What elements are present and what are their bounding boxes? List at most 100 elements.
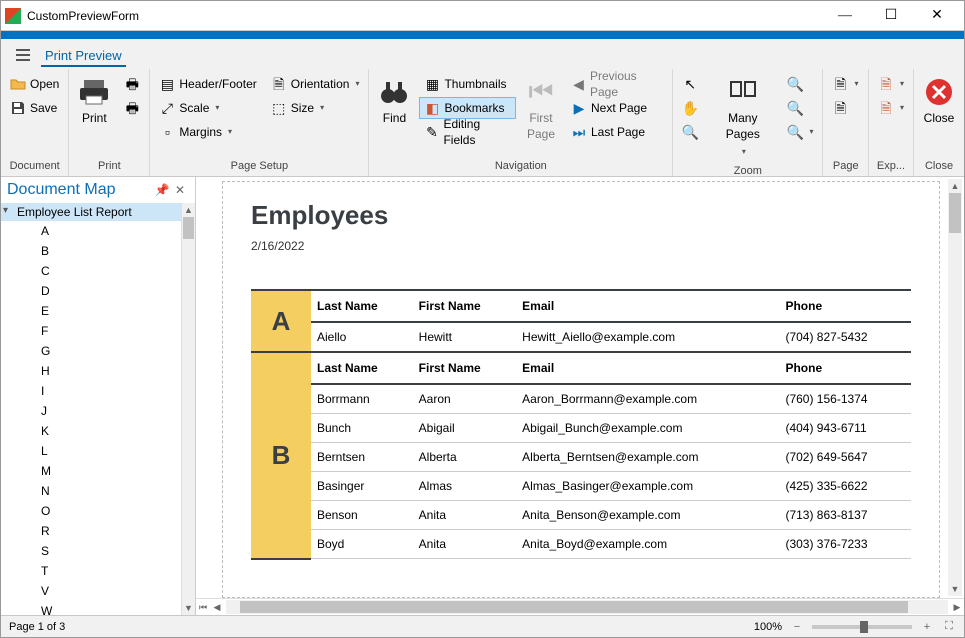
docmap-scrollbar[interactable]: ▲ ▼ — [181, 203, 195, 615]
zoom-in-icon: 🔍 — [787, 100, 803, 116]
scale-button[interactable]: ⤢Scale▾ — [154, 97, 261, 119]
zoom-out-icon: 🔍 — [787, 76, 803, 92]
tree-leaf[interactable]: B — [1, 241, 181, 261]
column-header: Last Name — [311, 290, 413, 322]
zoom-plus-button[interactable]: + — [920, 621, 934, 633]
zoom-icon: 🔍 — [787, 124, 803, 140]
preview-vscrollbar[interactable]: ▲ ▼ — [948, 179, 962, 596]
table-row: BoydAnitaAnita_Boyd@example.com(303) 376… — [251, 530, 911, 559]
tree-leaf[interactable]: H — [1, 361, 181, 381]
page-color-button[interactable]: 🗎▾ — [827, 73, 863, 95]
table-row: BunchAbigailAbigail_Bunch@example.com(40… — [251, 414, 911, 443]
tree-leaf[interactable]: K — [1, 421, 181, 441]
size-button[interactable]: ⬚Size▾ — [266, 97, 365, 119]
pin-icon[interactable]: 📌 — [153, 183, 171, 197]
quick-print-button[interactable]: 🖶 — [119, 73, 145, 95]
orientation-button[interactable]: 🗎Orientation▾ — [266, 73, 365, 95]
tree-leaf[interactable]: M — [1, 461, 181, 481]
print-options-button[interactable]: 🖶 — [119, 97, 145, 119]
table-row: AielloHewittHewitt_Aiello@example.com(70… — [251, 322, 911, 352]
close-window-button[interactable]: ✕ — [914, 1, 960, 31]
tree-leaf[interactable]: O — [1, 501, 181, 521]
margins-button[interactable]: ▫Margins▾ — [154, 121, 261, 143]
previous-page-button[interactable]: ◀Previous Page — [566, 73, 668, 95]
last-icon: ⏭ — [571, 124, 587, 140]
page-color-icon: 🗎 — [832, 76, 848, 92]
zoom-level-button[interactable]: 🔍▾ — [782, 121, 818, 143]
header-footer-button[interactable]: ▤Header/Footer — [154, 73, 261, 95]
tree-leaf[interactable]: F — [1, 321, 181, 341]
minimize-button[interactable]: — — [822, 1, 868, 31]
tree-leaf[interactable]: D — [1, 281, 181, 301]
title-bar: CustomPreviewForm — ☐ ✕ — [1, 1, 964, 31]
many-pages-button[interactable]: Many Pages▾ — [707, 73, 778, 163]
tree-root[interactable]: ▾ Employee List Report — [1, 203, 181, 221]
thumbnails-icon: ▦ — [424, 76, 440, 92]
zoom-fit-button[interactable]: ⛶ — [942, 620, 956, 633]
scroll-down-icon[interactable]: ▼ — [182, 601, 195, 615]
caret-down-icon[interactable]: ▾ — [3, 205, 8, 216]
file-menu-icon[interactable] — [13, 45, 33, 65]
tree-leaf[interactable]: C — [1, 261, 181, 281]
scroll-right-nav[interactable]: ▶ — [950, 602, 964, 613]
tree-root-label: Employee List Report — [17, 205, 132, 219]
save-button[interactable]: Save — [5, 97, 64, 119]
preview-hscrollbar[interactable] — [226, 600, 948, 614]
table-cell: Abigail — [413, 414, 517, 443]
hand-tool-button[interactable]: ✋ — [677, 97, 703, 119]
table-cell: Anita — [413, 530, 517, 559]
chevron-down-icon: ▾ — [320, 100, 324, 116]
zoom-out-button[interactable]: 🔍 — [782, 73, 818, 95]
zoom-minus-button[interactable]: − — [790, 621, 804, 633]
report-date: 2/16/2022 — [251, 239, 911, 253]
tree-leaf[interactable]: E — [1, 301, 181, 321]
send-pdf-button[interactable]: 🗎▾ — [873, 97, 909, 119]
magnifier-tool-button[interactable]: 🔍 — [677, 121, 703, 143]
editing-fields-button[interactable]: ✎Editing Fields — [419, 121, 516, 143]
scroll-thumb[interactable] — [240, 601, 908, 613]
zoom-in-button[interactable]: 🔍 — [782, 97, 818, 119]
folder-open-icon — [10, 76, 26, 92]
close-panel-icon[interactable]: ✕ — [171, 183, 189, 197]
tree-leaf[interactable]: V — [1, 581, 181, 601]
tree-leaf[interactable]: G — [1, 341, 181, 361]
close-preview-button[interactable]: Close — [918, 73, 960, 129]
scroll-down-icon[interactable]: ▼ — [948, 582, 962, 596]
group-export-label: Exp... — [873, 158, 909, 176]
scroll-up-icon[interactable]: ▲ — [948, 179, 962, 193]
column-header: Phone — [779, 352, 911, 384]
thumbnails-button[interactable]: ▦Thumbnails — [419, 73, 516, 95]
tree-leaf[interactable]: R — [1, 521, 181, 541]
table-cell: Hewitt — [413, 322, 517, 352]
tree-leaf[interactable]: I — [1, 381, 181, 401]
print-button[interactable]: Print — [73, 73, 115, 129]
tree-leaf[interactable]: W — [1, 601, 181, 615]
tree-leaf[interactable]: A — [1, 221, 181, 241]
next-page-button[interactable]: ▶Next Page — [566, 97, 668, 119]
tree-leaf[interactable]: N — [1, 481, 181, 501]
open-button[interactable]: Open — [5, 73, 64, 95]
tree-leaf[interactable]: J — [1, 401, 181, 421]
tree-leaf[interactable]: S — [1, 541, 181, 561]
export-pdf-button[interactable]: 🗎▾ — [873, 73, 909, 95]
page-size-icon: ⬚ — [271, 100, 287, 116]
watermark-button[interactable]: 🗎 — [827, 97, 863, 119]
zoom-slider-knob[interactable] — [860, 621, 868, 633]
tree-leaf[interactable]: T — [1, 561, 181, 581]
scroll-up-icon[interactable]: ▲ — [182, 203, 195, 217]
page-prev-nav[interactable]: ◀ — [210, 602, 224, 613]
zoom-slider[interactable] — [812, 625, 912, 629]
printer-small-icon: 🖶 — [124, 76, 140, 92]
save-label: Save — [30, 100, 57, 116]
scroll-thumb[interactable] — [949, 193, 961, 233]
first-page-button[interactable]: ⏮ First Page — [520, 73, 562, 145]
scroll-thumb[interactable] — [183, 217, 194, 239]
column-header: First Name — [413, 290, 517, 322]
find-button[interactable]: Find — [373, 73, 415, 129]
tree-leaf[interactable]: L — [1, 441, 181, 461]
last-page-button[interactable]: ⏭Last Page — [566, 121, 668, 143]
page-first-nav[interactable]: ⏮ — [196, 602, 210, 613]
tab-print-preview[interactable]: Print Preview — [41, 44, 126, 67]
maximize-button[interactable]: ☐ — [868, 1, 914, 31]
pointer-tool-button[interactable]: ↖ — [677, 73, 703, 95]
